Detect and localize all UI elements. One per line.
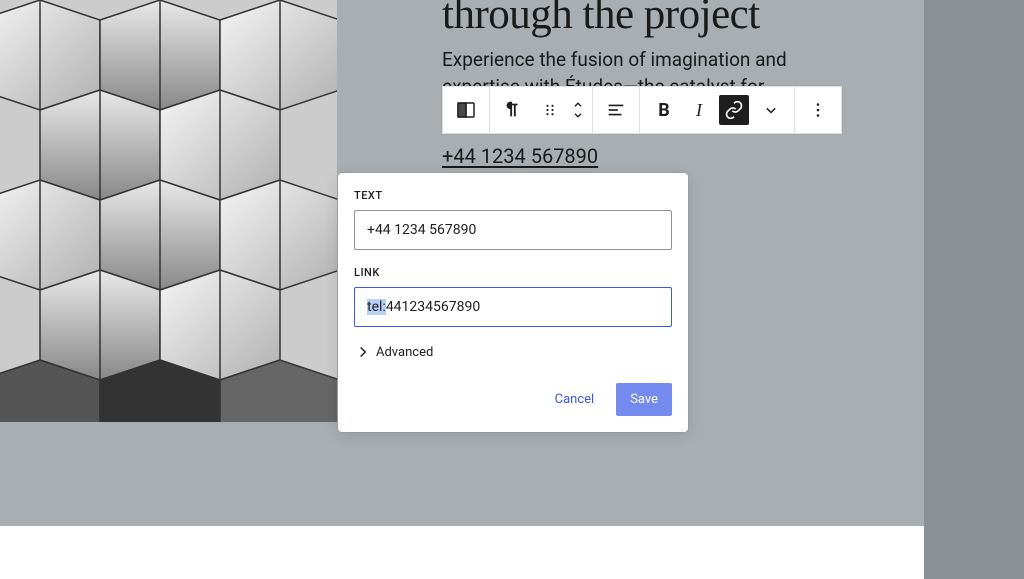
bold-button[interactable]: B [646, 87, 682, 133]
phone-link[interactable]: +44 1234 567890 [442, 144, 598, 168]
chevron-down-icon[interactable] [754, 87, 788, 133]
save-button[interactable]: Save [616, 383, 672, 416]
cancel-button[interactable]: Cancel [541, 383, 609, 416]
more-options-icon[interactable] [795, 87, 841, 133]
link-field-label: LINK [354, 266, 672, 279]
popover-actions: Cancel Save [354, 383, 672, 416]
advanced-label: Advanced [376, 345, 433, 360]
page-heading[interactable]: through the project [442, 0, 760, 39]
link-prefix-highlight: tel: [367, 299, 386, 315]
italic-button[interactable]: I [684, 87, 714, 133]
link-button[interactable] [719, 95, 749, 125]
bottom-spacer [0, 526, 924, 579]
align-icon[interactable] [593, 87, 639, 133]
move-arrows-icon[interactable] [564, 87, 592, 133]
block-toolbar: B I [442, 86, 842, 134]
editor-canvas: through the project Experience the fusio… [0, 0, 924, 579]
text-field-label: TEXT [354, 189, 672, 202]
drag-handle-icon[interactable] [536, 87, 564, 133]
paragraph-icon[interactable] [490, 87, 536, 133]
text-input[interactable] [354, 210, 672, 250]
image-block[interactable] [0, 0, 337, 422]
advanced-toggle[interactable]: Advanced [354, 339, 672, 365]
chevron-right-icon [354, 343, 372, 361]
link-popover: TEXT LINK tel:441234567890 Advanced Canc… [338, 173, 688, 432]
content-area: through the project Experience the fusio… [0, 0, 924, 526]
link-input[interactable]: tel:441234567890 [354, 287, 672, 327]
block-type-icon[interactable] [443, 87, 489, 133]
link-rest: 441234567890 [386, 299, 480, 315]
